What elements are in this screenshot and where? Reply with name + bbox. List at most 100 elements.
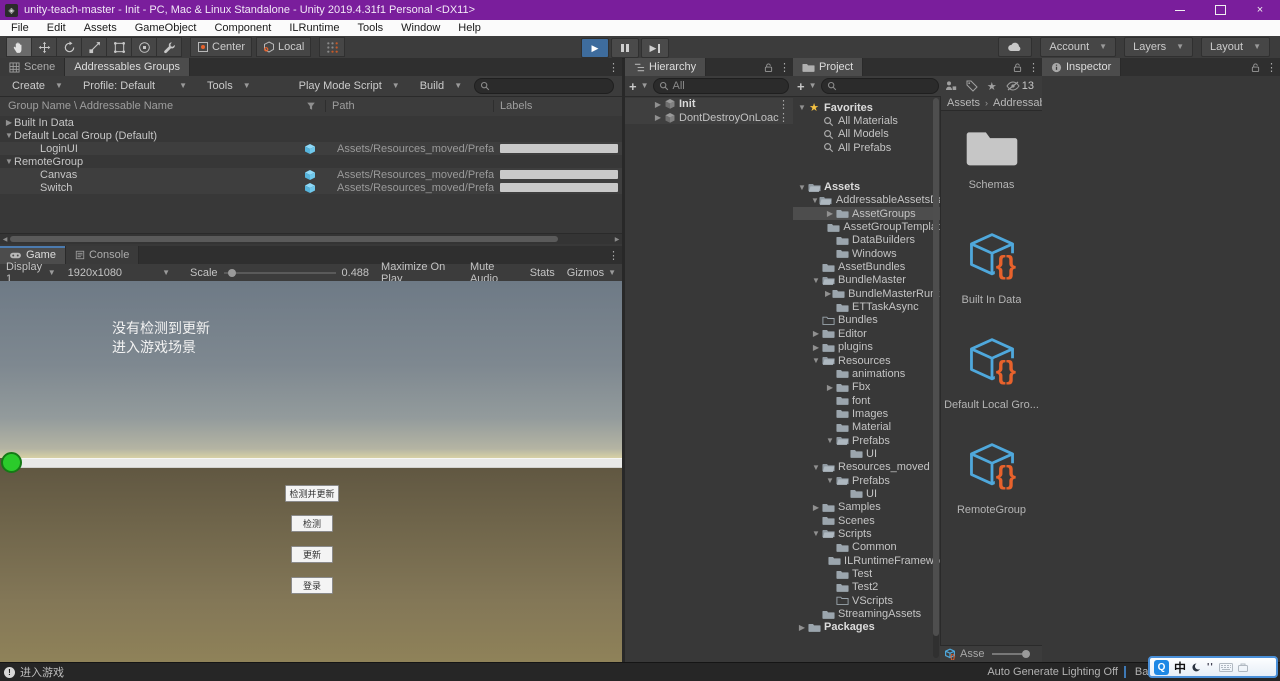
step-button[interactable]: ▶ — [641, 38, 669, 58]
tools-dropdown[interactable]: Tools▼ — [199, 77, 259, 95]
expander-icon[interactable]: ▼ — [811, 463, 821, 472]
row-menu-icon[interactable]: ⋮ — [778, 98, 789, 111]
tree-item-animations[interactable]: animations — [793, 367, 940, 380]
display-dropdown[interactable]: Display 1▼ — [0, 264, 62, 281]
type-column-icon[interactable] — [306, 101, 316, 111]
project-search-input[interactable] — [821, 78, 939, 94]
tree-item-bundlemasterrunti[interactable]: ▶BundleMasterRunti — [793, 287, 940, 300]
tree-item-editor[interactable]: ▶Editor — [793, 327, 940, 340]
panel-menu-icon[interactable]: ⋮ — [1266, 61, 1277, 74]
tree-item-assetbundles[interactable]: AssetBundles — [793, 260, 940, 273]
tree-item-ilruntimeframewo[interactable]: ILRuntimeFramewo — [793, 554, 940, 567]
tree-item-packages[interactable]: ▶Packages — [793, 621, 940, 634]
tree-item-addressableassetsda[interactable]: ▼AddressableAssetsDa — [793, 194, 940, 207]
tree-item-assets[interactable]: ▼Assets — [793, 180, 940, 193]
menu-edit[interactable]: Edit — [38, 20, 75, 36]
gizmos-dropdown[interactable]: Gizmos▼ — [561, 264, 622, 281]
scroll-left-icon[interactable]: ◀ — [0, 236, 10, 243]
expander-icon[interactable]: ▶ — [811, 343, 821, 352]
layout-dropdown[interactable]: Layout▼ — [1201, 37, 1270, 57]
expander-icon[interactable]: ▼ — [4, 131, 14, 140]
expander-icon[interactable]: ▼ — [811, 276, 821, 285]
expander-icon[interactable]: ▶ — [811, 503, 821, 512]
panel-menu-icon[interactable]: ⋮ — [608, 61, 619, 74]
menu-component[interactable]: Component — [205, 20, 280, 36]
panel-menu-icon[interactable]: ⋮ — [779, 61, 790, 74]
asset-item-default-local-gro-[interactable]: {}Default Local Gro... — [944, 334, 1040, 439]
expander-icon[interactable]: ▶ — [797, 623, 807, 632]
expander-icon[interactable]: ▼ — [811, 196, 819, 205]
maximize-on-play-toggle[interactable]: Maximize On Play — [375, 264, 464, 281]
hidden-packages-toggle[interactable]: 13 — [1006, 80, 1034, 92]
labels-field[interactable] — [500, 183, 618, 192]
asset-item-built-in-data[interactable]: {}Built In Data — [944, 229, 1040, 334]
play-mode-script-dropdown[interactable]: Play Mode Script▼ — [291, 77, 408, 95]
pivot-toggle-button[interactable]: Center — [190, 37, 252, 57]
rect-tool-button[interactable] — [106, 37, 131, 57]
expander-icon[interactable]: ▶ — [811, 329, 821, 338]
tree-item-samples[interactable]: ▶Samples — [793, 501, 940, 514]
minimize-button[interactable] — [1160, 0, 1200, 20]
column-path[interactable]: Path — [325, 100, 355, 112]
expander-icon[interactable]: ▼ — [811, 529, 821, 538]
tree-item-test[interactable]: Test — [793, 567, 940, 580]
tree-item-bundles[interactable]: Bundles — [793, 314, 940, 327]
ime-moon-icon[interactable] — [1191, 662, 1202, 673]
expander-icon[interactable]: ▼ — [797, 183, 807, 192]
tab-inspector[interactable]: Inspector — [1042, 58, 1121, 76]
transform-tool-button[interactable] — [131, 37, 156, 57]
tab-project[interactable]: Project — [793, 58, 863, 76]
horizontal-scrollbar[interactable]: ◀ ▶ — [0, 233, 622, 244]
scale-tool-button[interactable] — [81, 37, 106, 57]
panel-menu-icon[interactable]: ⋮ — [608, 249, 619, 262]
custom-tool-button[interactable] — [156, 37, 182, 57]
tree-item-plugins[interactable]: ▶plugins — [793, 341, 940, 354]
asset-item-remotegroup[interactable]: {}RemoteGroup — [944, 439, 1040, 544]
tree-item-all-models[interactable]: All Models — [793, 128, 940, 141]
game-button-4[interactable]: 登录 — [291, 577, 333, 594]
tree-item-ui[interactable]: UI — [793, 487, 940, 500]
addressables-group-row[interactable]: ▼RemoteGroup — [0, 155, 622, 168]
status-message[interactable]: 进入游戏 — [20, 664, 64, 680]
tree-item-scripts[interactable]: ▼Scripts — [793, 527, 940, 540]
ime-language-toggle[interactable]: 中 — [1174, 659, 1186, 676]
scale-slider-track[interactable] — [224, 272, 336, 274]
addressables-asset-row[interactable]: LoginUIAssets/Resources_moved/Prefabs — [0, 142, 622, 155]
expander-icon[interactable]: ▼ — [4, 157, 14, 166]
menu-assets[interactable]: Assets — [75, 20, 126, 36]
build-dropdown[interactable]: Build▼ — [412, 77, 470, 95]
lock-icon[interactable] — [1251, 62, 1260, 73]
profile-dropdown[interactable]: Profile: Default▼ — [75, 77, 195, 95]
tree-item-vscripts[interactable]: VScripts — [793, 594, 940, 607]
layers-dropdown[interactable]: Layers▼ — [1124, 37, 1193, 57]
menu-window[interactable]: Window — [392, 20, 449, 36]
tree-item-ui[interactable]: UI — [793, 447, 940, 460]
tree-scrollbar[interactable] — [933, 98, 939, 658]
tab-hierarchy[interactable]: Hierarchy — [625, 58, 706, 76]
expander-icon[interactable]: ▶ — [653, 100, 663, 109]
lock-icon[interactable] — [1013, 62, 1022, 73]
menu-file[interactable]: File — [2, 20, 38, 36]
game-progress-knob[interactable] — [1, 452, 22, 473]
tree-item-scenes[interactable]: Scenes — [793, 514, 940, 527]
favorite-star-icon[interactable]: ★ — [987, 80, 997, 93]
tree-item-images[interactable]: Images — [793, 407, 940, 420]
tree-item-prefabs[interactable]: ▼Prefabs — [793, 434, 940, 447]
thumbnail-zoom-slider[interactable] — [992, 653, 1022, 655]
tree-item-assetgroups[interactable]: ▶AssetGroups — [793, 207, 940, 220]
menu-gameobject[interactable]: GameObject — [126, 20, 206, 36]
tree-item-bundlemaster[interactable]: ▼BundleMaster — [793, 274, 940, 287]
scale-slider[interactable]: Scale 0.488 — [184, 264, 375, 281]
lighting-status[interactable]: Auto Generate Lighting Off — [987, 666, 1118, 678]
create-dropdown[interactable]: Create▼ — [4, 77, 71, 95]
tab-scene[interactable]: Scene — [0, 58, 65, 76]
expander-icon[interactable]: ▼ — [825, 436, 835, 445]
move-tool-button[interactable] — [31, 37, 56, 57]
asset-item-schemas[interactable]: Schemas — [944, 124, 1040, 229]
search-by-label-icon[interactable] — [966, 80, 978, 92]
column-labels[interactable]: Labels — [493, 100, 532, 112]
tab-addressables-groups[interactable]: Addressables Groups — [65, 58, 190, 76]
hand-tool-button[interactable] — [6, 37, 31, 57]
scale-slider-knob[interactable] — [228, 269, 236, 277]
expander-icon[interactable]: ▶ — [825, 383, 835, 392]
